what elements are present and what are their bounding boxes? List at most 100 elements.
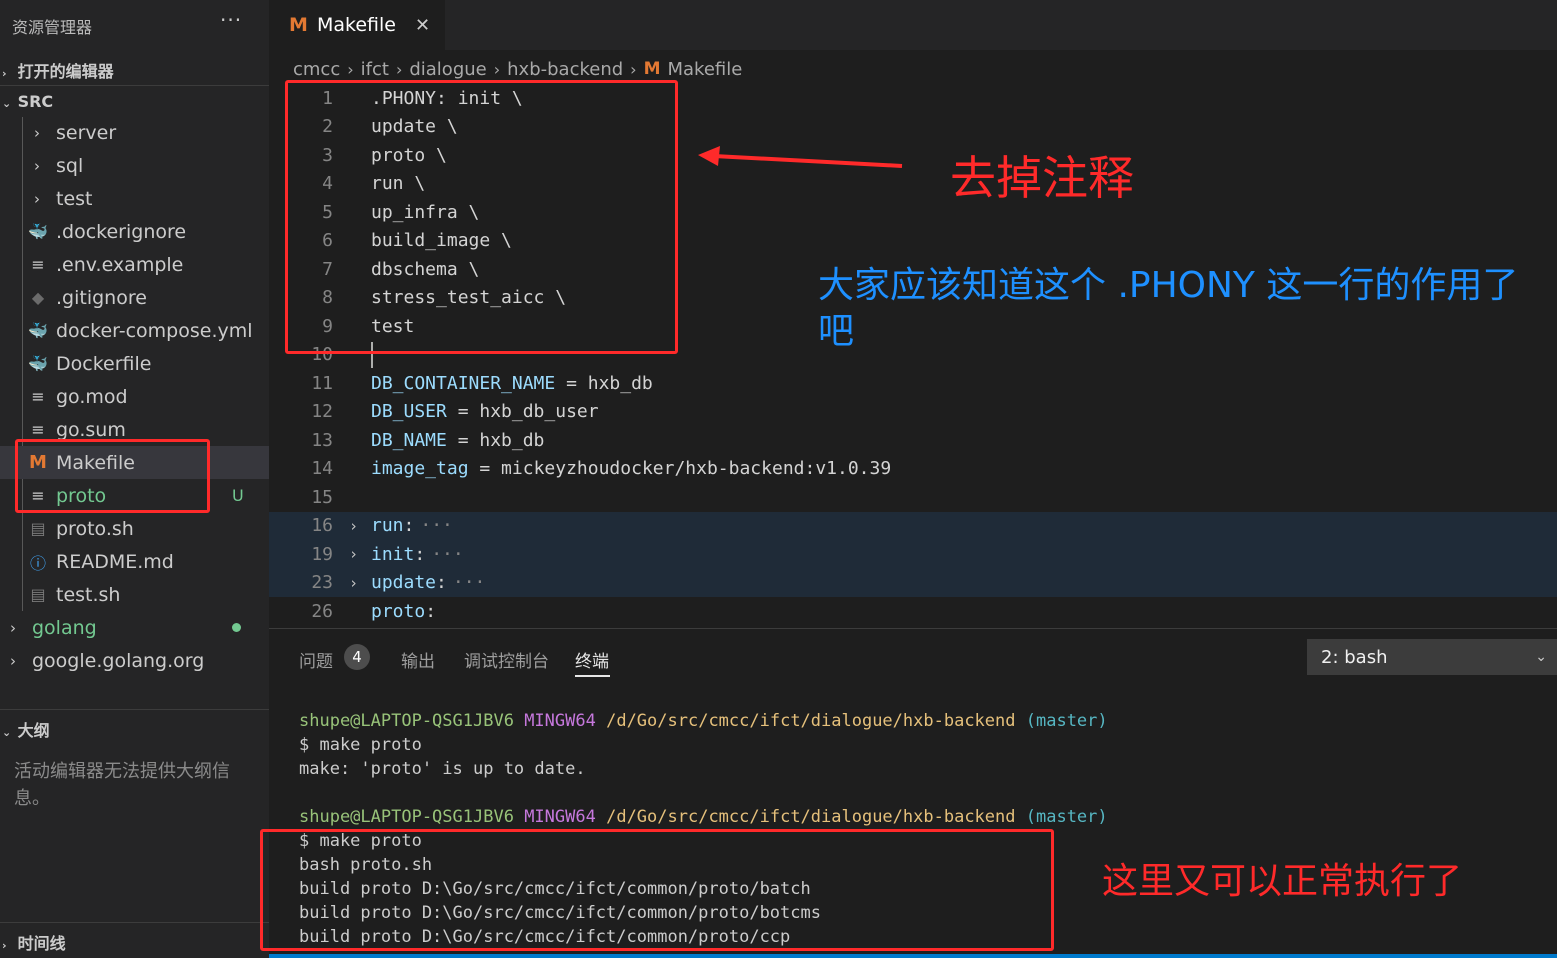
- explorer-title: 资源管理器: [12, 18, 93, 37]
- line-number: 14: [311, 458, 333, 480]
- code-line[interactable]: 12 DB_USER = hxb_db_user: [269, 398, 1557, 427]
- terminal-select-value: 2: bash: [1321, 646, 1388, 668]
- annotation-arrow: [698, 146, 903, 168]
- fold-chevron-icon[interactable]: ›: [349, 545, 358, 563]
- git-icon: ◆: [31, 288, 45, 307]
- code-line[interactable]: 26 proto:: [269, 597, 1557, 624]
- tree-item-label: .gitignore: [56, 286, 147, 309]
- code-line[interactable]: 19 › init: ···: [269, 540, 1557, 569]
- tree-file-env-example[interactable]: ≡ .env.example: [0, 248, 269, 281]
- breadcrumb-item[interactable]: Makefile: [668, 59, 743, 80]
- tree-item-label: golang: [32, 616, 97, 639]
- tree-file-docker-compose[interactable]: 🐳 docker-compose.yml: [0, 314, 269, 347]
- code-line[interactable]: 16 › run: ···: [269, 511, 1557, 540]
- line-number: 11: [311, 372, 333, 394]
- line-number: 13: [311, 429, 333, 451]
- breadcrumb-item[interactable]: hxb-backend: [507, 59, 623, 80]
- chevron-right-icon: ›: [34, 189, 40, 208]
- chevron-right-icon: ›: [395, 59, 403, 79]
- fold-chevron-icon[interactable]: ›: [349, 517, 358, 535]
- tree-folder-sql[interactable]: › sql: [0, 149, 269, 182]
- tree-item-label: Dockerfile: [56, 352, 152, 375]
- terminal-line: $ make proto: [299, 735, 422, 755]
- tree-item-label: docker-compose.yml: [56, 319, 253, 342]
- tree-file-readme[interactable]: ⓘ README.md: [0, 545, 269, 578]
- code-identifier: DB_USER: [371, 401, 447, 423]
- tree-file-test-sh[interactable]: ▤ test.sh: [0, 578, 269, 611]
- open-editors-section[interactable]: › 打开的编辑器: [0, 58, 269, 82]
- fold-chevron-icon[interactable]: ›: [349, 574, 358, 592]
- more-actions-icon[interactable]: ···: [220, 8, 242, 32]
- tree-item-label: test: [56, 187, 93, 210]
- tree-item-label: sql: [56, 154, 84, 177]
- docker-icon: 🐳: [28, 354, 48, 373]
- file-lines-icon: ≡: [31, 420, 45, 439]
- tree-item-label: .dockerignore: [56, 220, 187, 243]
- code-rest: :: [403, 515, 415, 537]
- prompt-host: MINGW64: [524, 711, 596, 731]
- code-rest: = hxb_db: [555, 372, 653, 394]
- code-text: init: ···: [371, 544, 464, 565]
- outline-section[interactable]: ⌄ 大纲: [0, 717, 269, 741]
- code-text: run: ···: [371, 515, 453, 536]
- code-line[interactable]: 14 image_tag = mickeyzhoudocker/hxb-backe…: [269, 455, 1557, 484]
- breadcrumb-item[interactable]: dialogue: [409, 59, 486, 80]
- folded-ellipsis[interactable]: ···: [453, 572, 486, 593]
- tree-item-label: server: [56, 121, 117, 144]
- terminal-prompt-line: shupe@LAPTOP-QSG1JBV6 MINGW64 /d/Go/src/…: [299, 711, 1108, 735]
- chevron-right-icon: ›: [34, 123, 40, 142]
- shell-icon: ▤: [30, 585, 46, 604]
- tree-folder-golang[interactable]: › golang: [0, 611, 269, 644]
- code-rest: :: [436, 572, 447, 594]
- divider: [0, 85, 269, 86]
- code-line[interactable]: 11 DB_CONTAINER_NAME = hxb_db: [269, 369, 1557, 398]
- tab-debug-console[interactable]: 调试控制台: [464, 647, 549, 672]
- chevron-right-icon: ›: [493, 59, 501, 79]
- src-root-section[interactable]: ⌄ SRC: [0, 92, 269, 111]
- tree-folder-test[interactable]: › test: [0, 182, 269, 215]
- chevron-right-icon: ›: [34, 156, 40, 175]
- tree-item-label: test.sh: [56, 583, 121, 606]
- code-line[interactable]: 23 › update: ···: [269, 568, 1557, 597]
- tree-folder-server[interactable]: › server: [0, 116, 269, 149]
- annotation-works-again: 这里又可以正常执行了: [1102, 861, 1463, 902]
- problems-count-badge: 4: [344, 644, 370, 670]
- divider: [0, 709, 269, 710]
- folded-ellipsis[interactable]: ···: [420, 515, 453, 536]
- code-text: DB_NAME = hxb_db: [371, 430, 544, 451]
- tree-folder-google-golang[interactable]: › google.golang.org: [0, 644, 269, 677]
- makefile-icon: M: [643, 59, 661, 79]
- code-rest: = mickeyzhoudocker/hxb-backend:v1.0.39: [468, 458, 892, 480]
- tree-file-gitignore[interactable]: ◆ .gitignore: [0, 281, 269, 314]
- status-bar-edge: [269, 954, 1557, 958]
- code-line[interactable]: 15: [269, 483, 1557, 512]
- file-lines-icon: ≡: [31, 255, 45, 274]
- code-identifier: DB_CONTAINER_NAME: [371, 372, 556, 394]
- timeline-title: 时间线: [17, 934, 66, 953]
- tree-file-dockerignore[interactable]: 🐳 .dockerignore: [0, 215, 269, 248]
- code-line[interactable]: 13 DB_NAME = hxb_db: [269, 426, 1557, 455]
- tab-output[interactable]: 输出: [401, 647, 435, 672]
- tab-terminal[interactable]: 终端: [575, 647, 609, 672]
- folded-ellipsis[interactable]: ···: [431, 544, 464, 565]
- tab-makefile[interactable]: M Makefile ✕: [269, 0, 445, 50]
- chevron-down-icon: ⌄: [2, 97, 12, 110]
- tab-problems[interactable]: 问题: [299, 647, 333, 672]
- timeline-section[interactable]: › 时间线: [0, 930, 269, 954]
- close-icon[interactable]: ✕: [415, 15, 430, 36]
- chevron-right-icon: ›: [2, 939, 7, 952]
- annotation-phony-note: 大家应该知道这个 .PHONY 这一行的作用了吧: [818, 265, 1519, 352]
- prompt-path: /d/Go/src/cmcc/ifct/dialogue/hxb-backend: [606, 711, 1016, 731]
- chevron-right-icon: ›: [2, 67, 7, 80]
- breadcrumb-item[interactable]: cmcc: [293, 59, 340, 80]
- prompt-branch: (master): [1025, 807, 1108, 827]
- tree-file-go-mod[interactable]: ≡ go.mod: [0, 380, 269, 413]
- tree-file-proto-sh[interactable]: ▤ proto.sh: [0, 512, 269, 545]
- terminal-select[interactable]: 2: bash ⌄: [1307, 639, 1557, 675]
- file-lines-icon: ≡: [31, 387, 45, 406]
- code-text: proto:: [371, 601, 436, 622]
- chevron-right-icon: ›: [10, 618, 16, 637]
- breadcrumb-item[interactable]: ifct: [361, 59, 389, 80]
- tree-item-label: .env.example: [56, 253, 184, 276]
- tree-file-dockerfile[interactable]: 🐳 Dockerfile: [0, 347, 269, 380]
